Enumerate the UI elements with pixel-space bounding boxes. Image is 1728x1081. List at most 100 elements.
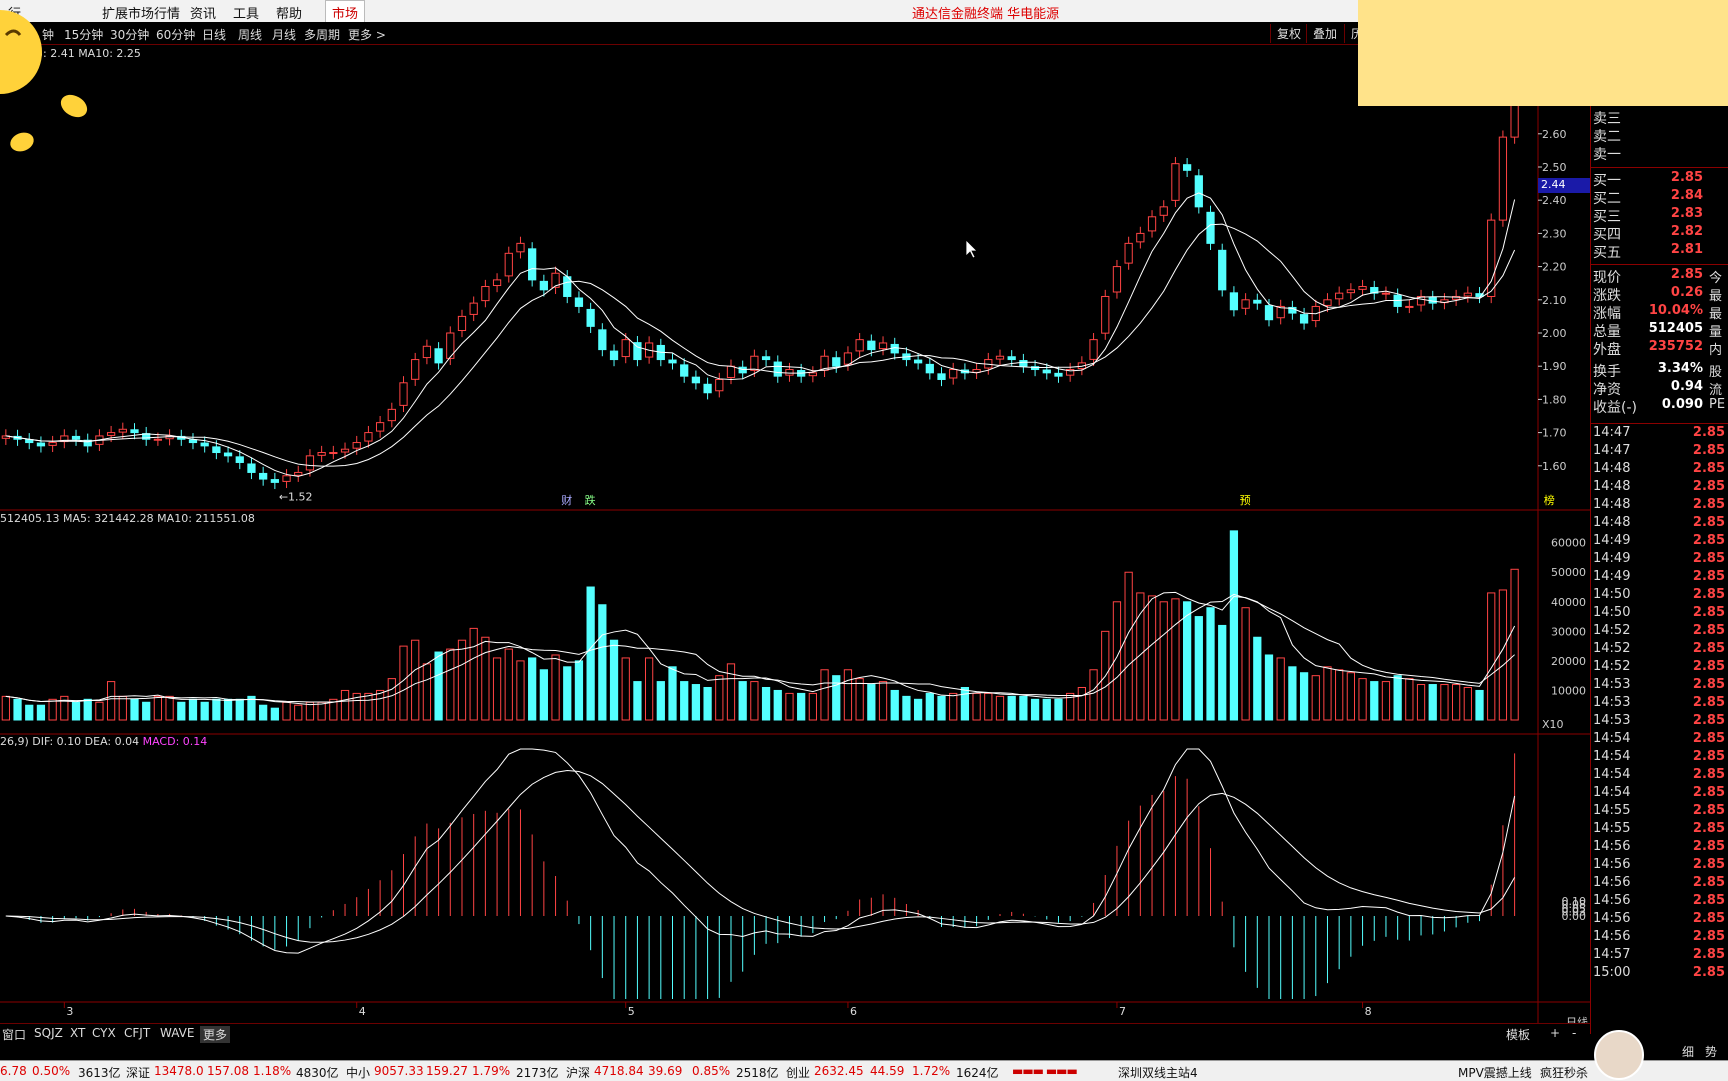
- tick-time: 15:00: [1593, 965, 1631, 980]
- period-60min[interactable]: 60分钟: [156, 26, 195, 43]
- period-more[interactable]: 更多 >: [348, 26, 386, 43]
- current-price-marker: 2.44: [1538, 178, 1590, 193]
- kline-chart[interactable]: 2.702.602.502.402.302.202.102.001.901.80…: [0, 44, 1590, 1023]
- volume-bar: [1346, 672, 1355, 721]
- candle-body: [691, 376, 701, 384]
- avatar[interactable]: [1594, 1030, 1644, 1080]
- overlay-button[interactable]: 叠加: [1306, 24, 1343, 43]
- candle-body: [1112, 266, 1122, 293]
- candle-body: [913, 359, 923, 364]
- tick-row: 14:49 2.85: [1591, 569, 1728, 587]
- volume-bar: [1206, 607, 1215, 721]
- tab-window[interactable]: 窗口: [2, 1026, 26, 1043]
- quote-value: 0.94: [1670, 379, 1703, 394]
- volume-bar: [972, 692, 981, 721]
- ma5-line: [5, 192, 1516, 477]
- period-30min[interactable]: 30分钟: [110, 26, 149, 43]
- tick-row: 14:50 2.85: [1591, 605, 1728, 623]
- index-zx-delta: 159.27: [426, 1064, 468, 1078]
- volume-bar: [259, 704, 268, 721]
- period-weekly[interactable]: 周线: [238, 26, 262, 43]
- restore-rights-button[interactable]: 复权: [1270, 24, 1307, 43]
- tab-xt[interactable]: XT: [70, 1026, 85, 1040]
- quote-label: 现价: [1593, 270, 1621, 286]
- candle-body: [621, 339, 630, 358]
- date-label: 3: [66, 1005, 73, 1018]
- tick-row: 14:56 2.85: [1591, 911, 1728, 929]
- candle-body: [1089, 339, 1098, 360]
- volume-bar: [551, 654, 560, 721]
- zoom-out-button[interactable]: -: [1572, 1026, 1576, 1040]
- index-hs-value: 4718.84: [594, 1064, 644, 1078]
- candle-body: [36, 442, 46, 447]
- index-zx-name[interactable]: 中小: [346, 1064, 370, 1081]
- tick-time: 14:56: [1593, 929, 1631, 944]
- tick-row: 14:48 2.85: [1591, 461, 1728, 479]
- period-multi[interactable]: 多周期: [304, 26, 340, 43]
- tick-price: 2.85: [1692, 947, 1725, 962]
- tab-cfjt[interactable]: CFJT: [124, 1026, 150, 1040]
- candle-body: [1218, 249, 1227, 291]
- tick-time: 14:55: [1593, 803, 1631, 818]
- tick-time: 14:54: [1593, 749, 1631, 764]
- candle-body: [399, 382, 408, 406]
- volume-axis-tick: 50000: [1551, 566, 1586, 579]
- period-monthly[interactable]: 月线: [272, 26, 296, 43]
- quote-extra: 最: [1709, 289, 1723, 304]
- date-label: 6: [850, 1005, 857, 1018]
- candle-body: [1299, 314, 1309, 324]
- detail-button[interactable]: 细: [1682, 1043, 1694, 1060]
- volume-bar: [598, 604, 607, 721]
- tab-sqjz[interactable]: SQJZ: [34, 1026, 63, 1040]
- volume-bar: [1416, 684, 1426, 721]
- quote-value: 0.090: [1661, 397, 1703, 412]
- index-zx-change: 1.79%: [472, 1064, 511, 1078]
- server-station[interactable]: 深圳双线主站4: [1118, 1064, 1198, 1081]
- tick-price: 2.85: [1692, 929, 1725, 944]
- buy-price: 2.83: [1670, 206, 1703, 221]
- menu-item-news[interactable]: 资讯: [190, 3, 216, 22]
- menu-item-tools[interactable]: 工具: [233, 3, 259, 22]
- tick-row: 14:49 2.85: [1591, 533, 1728, 551]
- index-hs-amount: 2518亿: [736, 1066, 779, 1080]
- candle-body: [937, 373, 946, 380]
- volume-bar: [1276, 657, 1285, 721]
- menu-item-extended-market[interactable]: 扩展市场行情: [102, 3, 180, 22]
- volume-bar: [48, 698, 57, 721]
- candle-body: [574, 297, 584, 307]
- volume-bar: [609, 639, 619, 721]
- quote-label: 收益(-): [1593, 400, 1637, 416]
- quote-row: 现价 2.85 今: [1591, 267, 1728, 286]
- macd-legend-prefix: 26,9) DIF: 0.10 DEA: 0.04: [0, 735, 143, 748]
- tab-more[interactable]: 更多: [200, 1026, 231, 1043]
- candle-body: [469, 302, 478, 315]
- index-cy-delta: 44.59: [870, 1064, 905, 1078]
- quote-row: 外盘 235752 内: [1591, 339, 1728, 358]
- menu-item-help[interactable]: 帮助: [276, 3, 302, 22]
- quote-row: 收益(-) 0.090 PE: [1591, 397, 1728, 416]
- volume-bar: [808, 692, 817, 721]
- period-daily[interactable]: 日线: [202, 26, 226, 43]
- candle-body: [294, 471, 303, 476]
- window-title: 通达信金融终端 华电能源: [912, 7, 1060, 22]
- flash-sale-link[interactable]: 疯狂秒杀: [1540, 1064, 1588, 1081]
- tick-time: 14:52: [1593, 641, 1631, 656]
- candle-body: [1194, 175, 1203, 208]
- mpv-promo-link[interactable]: MPV震撼上线: [1458, 1064, 1532, 1081]
- volume-bar: [212, 698, 221, 721]
- tick-row: 14:56 2.85: [1591, 875, 1728, 893]
- tab-cyx[interactable]: CYX: [92, 1026, 116, 1040]
- buy-row: 买四 2.82: [1591, 224, 1728, 243]
- index-cy-name[interactable]: 创业: [786, 1064, 810, 1081]
- volume-bar: [738, 681, 747, 721]
- volume-bar: [703, 686, 712, 721]
- trend-button[interactable]: 势: [1705, 1043, 1717, 1060]
- tick-time: 14:54: [1593, 767, 1631, 782]
- zoom-in-button[interactable]: +: [1550, 1026, 1560, 1040]
- template-button[interactable]: 模板: [1506, 1026, 1530, 1043]
- index-sz-name[interactable]: 深证: [126, 1064, 150, 1081]
- tab-wave[interactable]: WAVE: [160, 1026, 194, 1040]
- tick-row: 14:52 2.85: [1591, 641, 1728, 659]
- index-hs-name[interactable]: 沪深: [566, 1064, 590, 1081]
- candle-body: [1042, 369, 1051, 374]
